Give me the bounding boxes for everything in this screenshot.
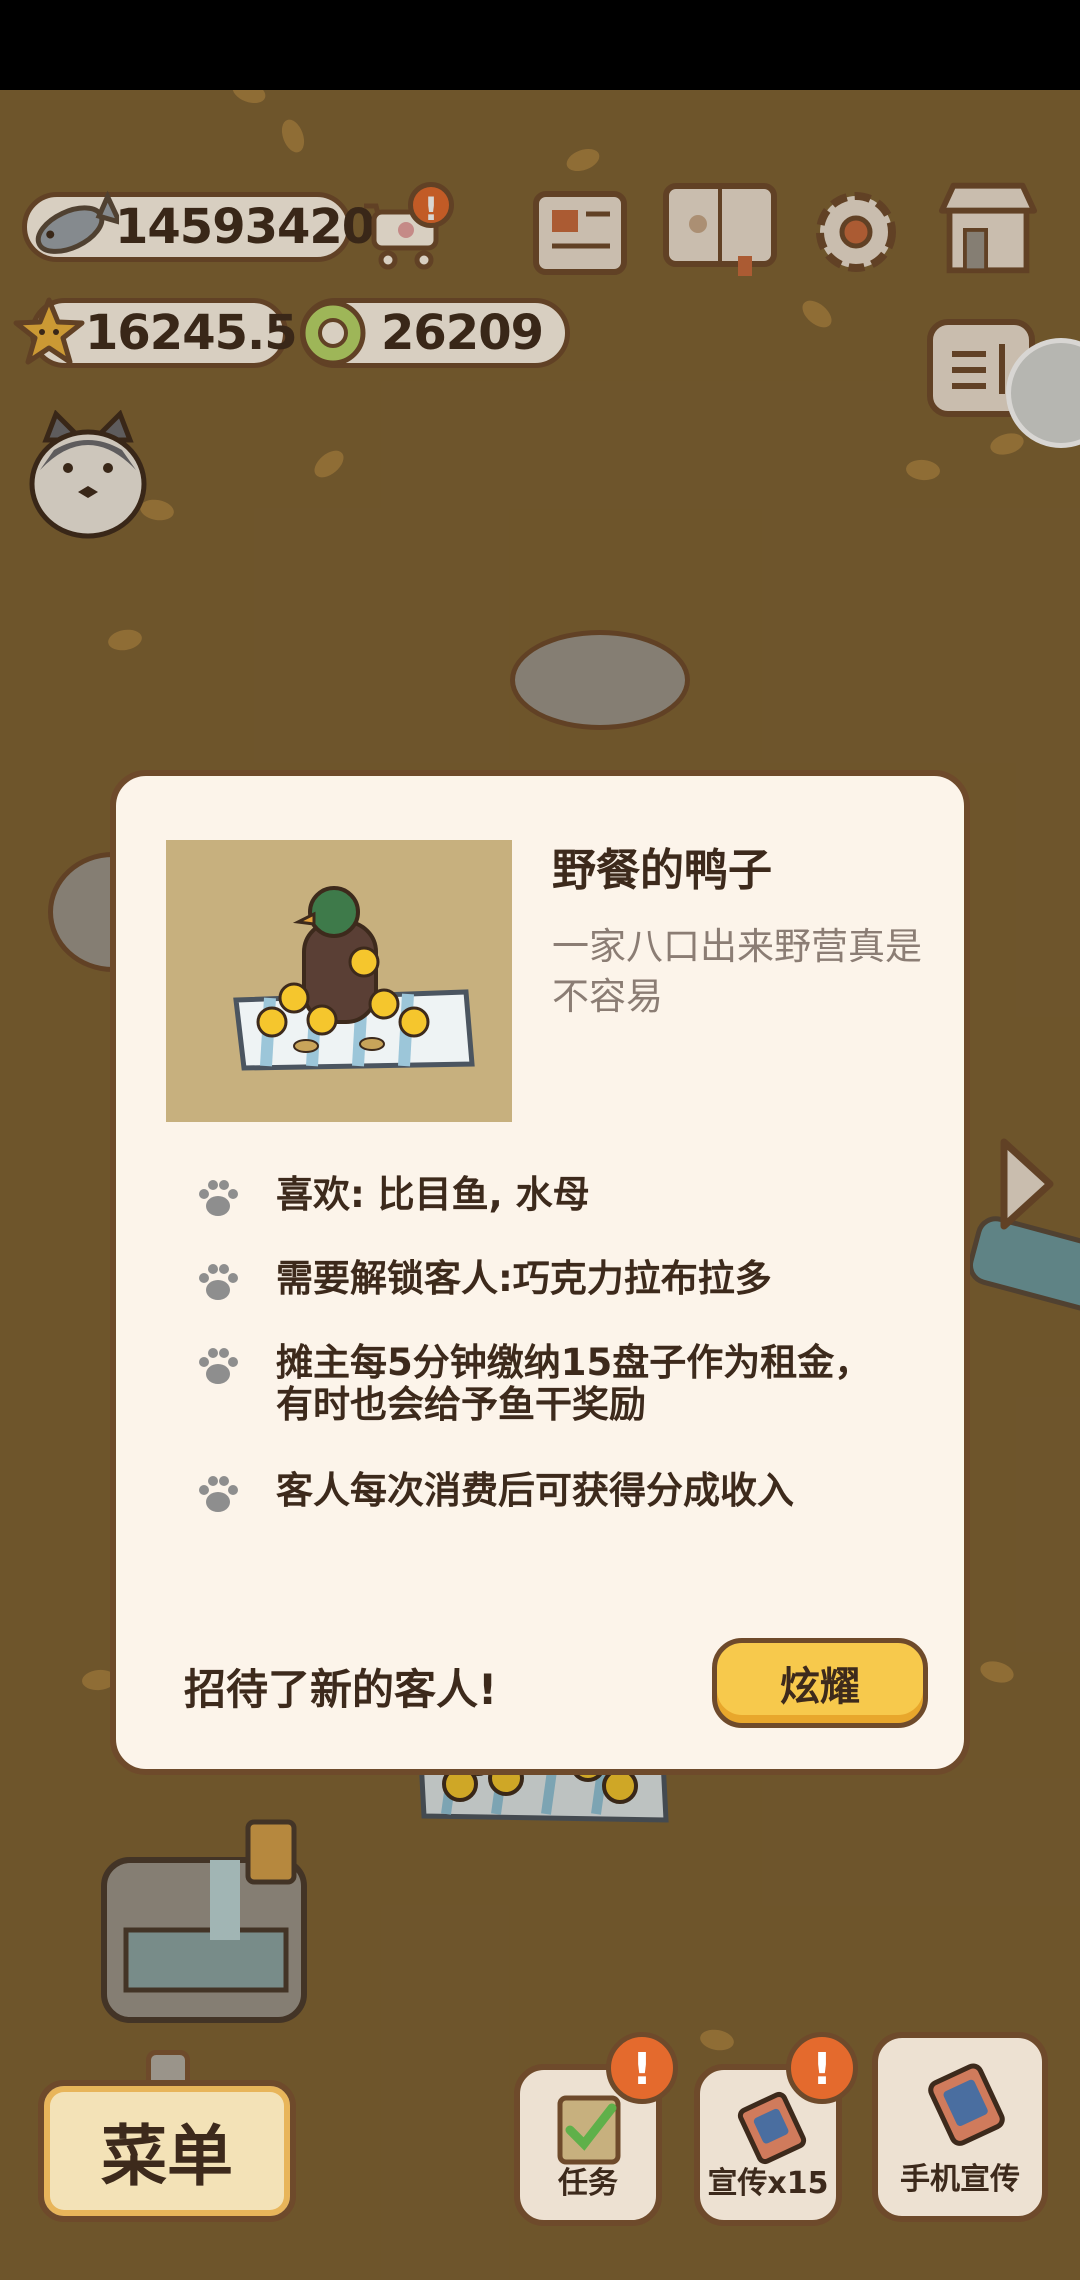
- info-row-likes: 喜欢: 比目鱼, 水母: [196, 1174, 916, 1220]
- info-row-income: 客人每次消费后可获得分成收入: [196, 1470, 916, 1516]
- duck-family-image: [233, 886, 475, 1071]
- guest-illustration: [166, 840, 512, 1122]
- phone-promo-label: 手机宣传: [900, 2162, 1020, 2197]
- phone-icon: [928, 2063, 1005, 2146]
- status-bar: [0, 0, 1080, 90]
- guest-description: 一家八口出来野营真是不容易: [552, 925, 922, 1018]
- paw-icon: [199, 1264, 238, 1300]
- info-likes-text: 喜欢: 比目鱼, 水母: [276, 1173, 590, 1216]
- info-income-text: 客人每次消费后可获得分成收入: [276, 1469, 794, 1512]
- menu-button[interactable]: 菜单: [38, 2080, 296, 2222]
- paw-icon: [199, 1348, 238, 1384]
- new-guest-dialog: 野餐的鸭子 一家八口出来野营真是不容易 喜欢: 比目鱼, 水母 需要解锁客人:巧…: [110, 770, 970, 1775]
- game-scene: 14593420 ! 16245.5 26209 野餐的鸭子 一家八口出来野营真…: [0, 90, 1080, 2280]
- info-rent-text: 摊主每5分钟缴纳15盘子作为租金，有时也会给予鱼干奖励: [276, 1341, 872, 1426]
- task-clipboard-icon: [557, 2095, 621, 2165]
- promo-alert-badge: !: [786, 2032, 858, 2104]
- tasks-label: 任务: [558, 2166, 618, 2201]
- info-row-rent: 摊主每5分钟缴纳15盘子作为租金，有时也会给予鱼干奖励: [196, 1342, 896, 1426]
- info-row-unlock: 需要解锁客人:巧克力拉布拉多: [196, 1258, 916, 1304]
- new-guest-message: 招待了新的客人!: [184, 1665, 498, 1714]
- tasks-alert-badge: !: [606, 2032, 678, 2104]
- paw-icon: [199, 1476, 238, 1512]
- promo-label: 宣传x15: [707, 2166, 829, 2201]
- promo-card-icon: [737, 2091, 807, 2165]
- share-button[interactable]: 炫耀: [712, 1638, 928, 1728]
- guest-title: 野餐的鸭子: [552, 845, 772, 896]
- info-unlock-text: 需要解锁客人:巧克力拉布拉多: [276, 1257, 772, 1300]
- phone-promo-button[interactable]: 手机宣传: [872, 2032, 1048, 2222]
- paw-icon: [199, 1180, 238, 1216]
